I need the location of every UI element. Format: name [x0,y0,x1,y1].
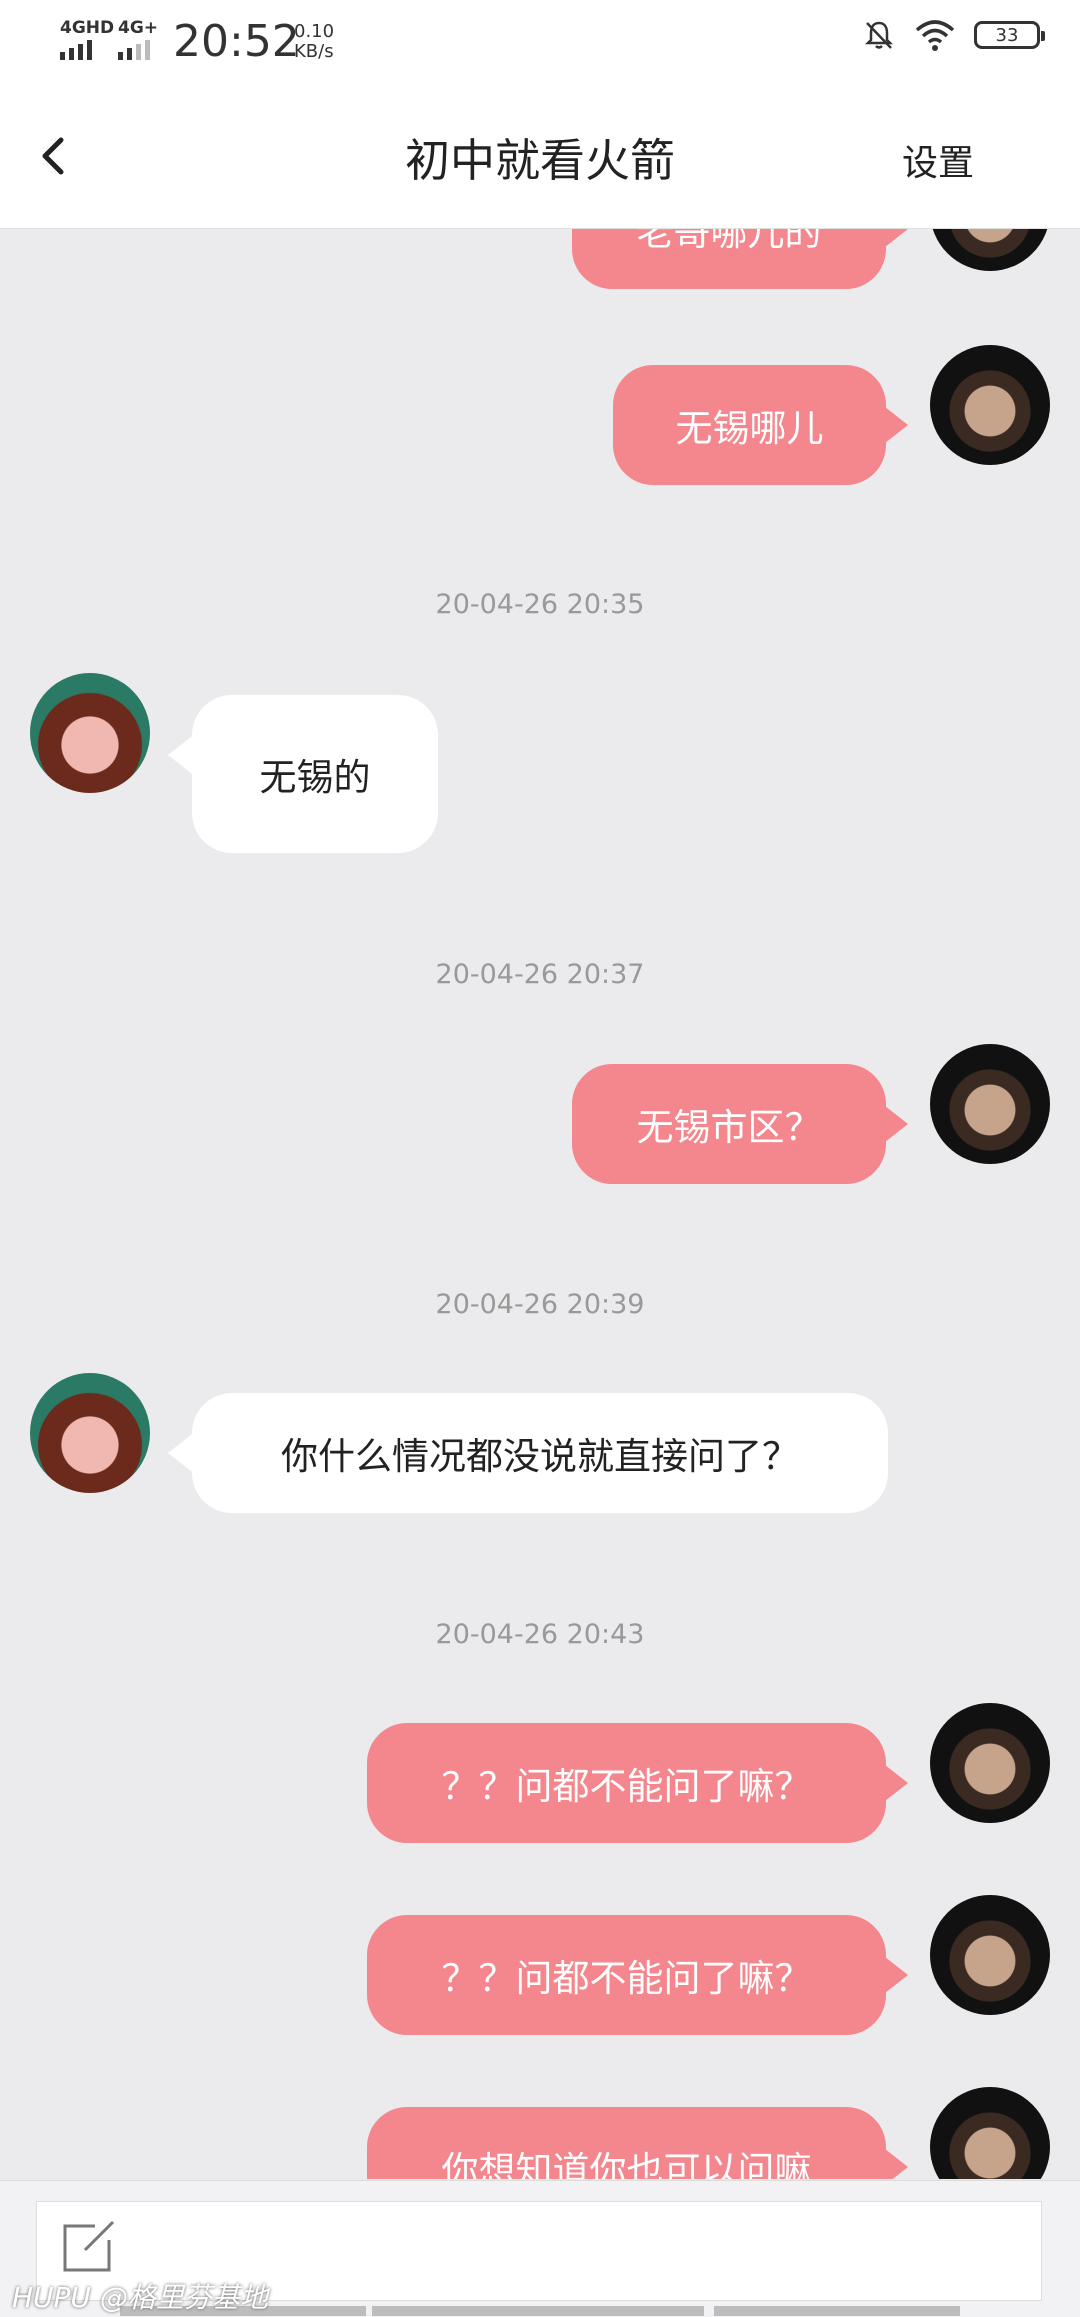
compose-icon[interactable] [59,2220,115,2276]
watermark: HUPU @格里芬基地 [12,2281,268,2314]
incoming-message[interactable]: 你什么情况都没说就直接问了？ [168,1393,888,1513]
signal-icon-2 [118,40,150,60]
my-avatar[interactable] [930,1703,1050,1823]
settings-button[interactable]: 设置 [902,134,974,186]
incoming-message[interactable]: 无锡的 [168,695,438,853]
message-list[interactable]: 老哥哪儿的 无锡哪儿 20-04-26 20:35 无锡的 20-04-26 2… [0,229,1080,2179]
message-text: 老哥哪儿的 [636,229,822,254]
outgoing-message[interactable]: ？？问都不能问了嘛？ [367,1723,908,1843]
message-text: 你想知道你也可以问嘛 [441,2149,812,2179]
contact-avatar[interactable] [30,1373,150,1493]
message-timestamp: 20-04-26 20:39 [435,1289,645,1320]
message-timestamp: 20-04-26 20:43 [435,1619,645,1650]
signal-icon [60,40,92,60]
message-text: 无锡哪儿 [675,407,824,450]
bell-off-icon [864,21,894,49]
my-avatar[interactable] [930,229,1050,271]
message-text: 你什么情况都没说就直接问了？ [281,1435,799,1478]
my-avatar[interactable] [930,2087,1050,2179]
wifi-icon [915,20,955,51]
status-time: 20:52 [173,16,300,67]
my-avatar[interactable] [930,1044,1050,1164]
message-text: ？？问都不能问了嘛？ [441,1765,812,1808]
battery-icon: 33 [974,21,1045,49]
status-icons: 33 [862,18,1045,52]
message-text: 无锡的 [259,756,371,799]
outgoing-message[interactable]: 无锡市区？ [572,1064,908,1184]
battery-level: 33 [995,24,1019,46]
nav-indicator [714,2306,960,2316]
message-timestamp: 20-04-26 20:35 [435,589,645,620]
message-text: 无锡市区？ [636,1106,822,1149]
network-speed: 0.10 KB/s [294,22,334,62]
network-type-2: 4G+ [118,18,159,38]
contact-avatar[interactable] [30,673,150,793]
outgoing-message[interactable]: ？？问都不能问了嘛？ [367,1915,908,2035]
status-bar: 4GHD 4G+ 20:52 0.10 KB/s 33 [0,0,1080,84]
message-text: ？？问都不能问了嘛？ [441,1957,812,2000]
outgoing-message[interactable]: 老哥哪儿的 [572,229,908,289]
message-timestamp: 20-04-26 20:37 [435,959,645,990]
network-speed-unit: KB/s [294,41,334,62]
outgoing-message[interactable]: 无锡哪儿 [613,365,908,485]
outgoing-message[interactable]: 你想知道你也可以问嘛 [367,2107,908,2179]
nav-indicator [372,2306,704,2316]
chat-header: 初中就看火箭 设置 [0,84,1080,229]
network-speed-value: 0.10 [294,21,335,42]
network-type-1: 4GHD [60,18,115,38]
my-avatar[interactable] [930,345,1050,465]
my-avatar[interactable] [930,1895,1050,2015]
